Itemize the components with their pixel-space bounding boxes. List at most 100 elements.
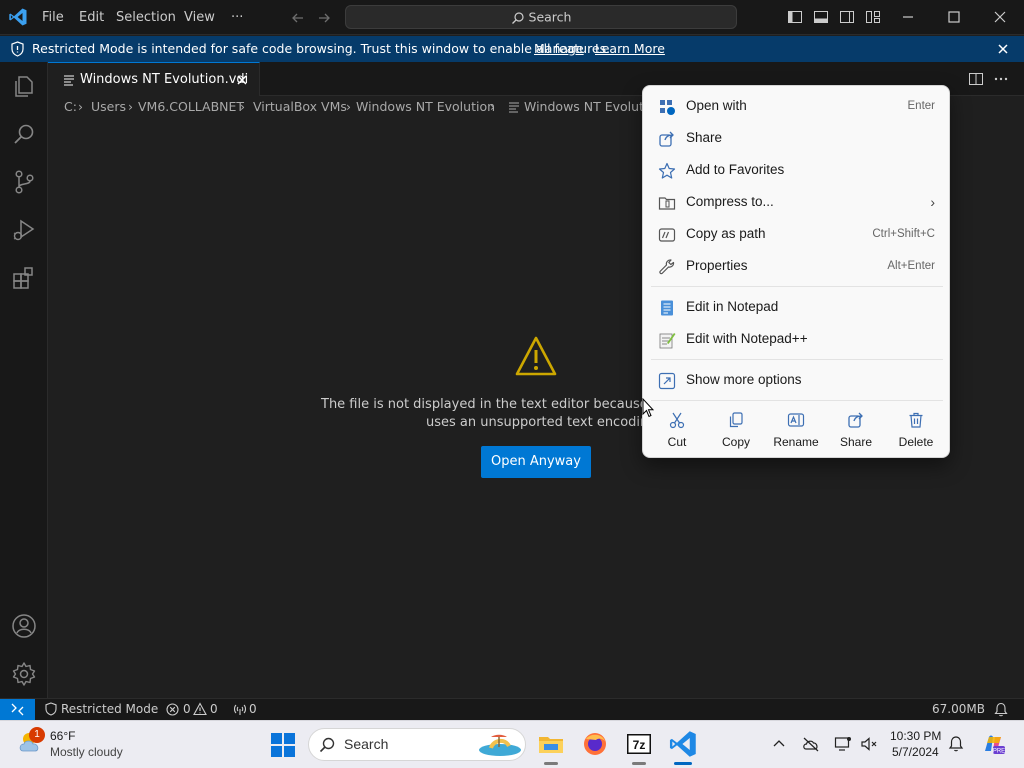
breadcrumb-item[interactable]: Windows NT Evolutio [524, 96, 655, 118]
menu-item-shortcut: Alt+Enter [887, 260, 935, 272]
breadcrumb-item[interactable]: VirtualBox VMs [253, 96, 347, 118]
windows-start-icon[interactable] [268, 730, 298, 760]
breadcrumb-item[interactable]: C: [64, 96, 77, 118]
menu-item-properties[interactable]: Properties Alt+Enter [649, 251, 945, 281]
search-sidebar-icon[interactable] [10, 120, 38, 148]
file-context-menu: Open with Enter Share Add to Favorites C… [642, 85, 950, 458]
menu-item-label: Copy as path [686, 226, 766, 241]
search-icon [511, 11, 525, 25]
open-anyway-button[interactable]: Open Anyway [481, 446, 591, 478]
search-icon [319, 737, 335, 753]
warning-count[interactable]: 0 [210, 699, 218, 720]
tab-windows-nt-evolution[interactable]: Windows NT Evolution.vdi [48, 62, 260, 96]
learn-more-link[interactable]: Learn More [595, 36, 665, 62]
maximize-icon[interactable] [946, 9, 962, 25]
quick-action-label: Share [839, 435, 873, 449]
share-icon [658, 130, 676, 148]
weather-desc[interactable]: Mostly cloudy [50, 745, 123, 759]
menu-separator [651, 400, 943, 401]
copy-icon [727, 411, 745, 429]
weather-temp[interactable]: 66°F [50, 729, 75, 743]
customize-layout-icon[interactable] [865, 9, 881, 25]
settings-gear-icon[interactable] [10, 660, 38, 688]
source-control-icon[interactable] [10, 168, 38, 196]
split-editor-icon[interactable] [968, 71, 984, 87]
seven-zip-icon[interactable]: 7z [624, 729, 654, 759]
close-window-icon[interactable] [992, 9, 1008, 25]
editor-message-line2: uses an unsupported text encoding [426, 415, 657, 430]
accounts-icon[interactable] [10, 612, 38, 640]
toggle-primary-sidebar-icon[interactable] [787, 9, 803, 25]
quick-action-rename[interactable]: Rename [766, 408, 826, 456]
chevron-right-icon: › [128, 99, 133, 114]
quick-action-label: Copy [721, 435, 750, 449]
firefox-icon[interactable] [580, 729, 610, 759]
explorer-icon[interactable] [10, 72, 38, 100]
breadcrumb-item[interactable]: Windows NT Evolution [356, 96, 495, 118]
quick-action-label: Delete [898, 435, 934, 449]
quick-action-cut[interactable]: Cut [647, 408, 707, 456]
menu-selection[interactable]: Selection [116, 0, 176, 35]
menu-item-copy-as-path[interactable]: Copy as path Ctrl+Shift+C [649, 219, 945, 249]
vscode-logo-icon [8, 7, 28, 27]
chevron-right-icon: › [78, 99, 83, 114]
running-indicator [544, 762, 558, 765]
toggle-secondary-sidebar-icon[interactable] [839, 9, 855, 25]
menu-item-label: Compress to... [686, 194, 774, 209]
back-arrow-icon[interactable] [290, 10, 306, 26]
restricted-mode-status[interactable]: Restricted Mode [61, 699, 158, 720]
menu-file[interactable]: File [42, 0, 64, 35]
wrench-icon [658, 258, 676, 276]
more-actions-icon[interactable] [993, 71, 1009, 87]
svg-text:7z: 7z [633, 738, 646, 752]
menu-item-share[interactable]: Share [649, 123, 945, 153]
notepad-icon [658, 299, 676, 317]
menu-more[interactable]: ··· [231, 0, 243, 35]
menu-item-shortcut: Ctrl+Shift+C [872, 228, 935, 240]
chevron-up-icon[interactable] [772, 737, 786, 751]
file-explorer-icon[interactable] [536, 729, 566, 759]
menu-item-edit-in-notepad[interactable]: Edit in Notepad [649, 292, 945, 322]
close-tab-icon[interactable] [234, 72, 250, 88]
quick-action-label: Rename [773, 435, 819, 449]
menu-edit[interactable]: Edit [79, 0, 104, 35]
remote-indicator[interactable] [0, 699, 35, 720]
onedrive-offline-icon[interactable] [802, 736, 820, 752]
volume-muted-icon[interactable] [860, 736, 878, 752]
notification-bell-icon[interactable] [948, 735, 964, 753]
menu-item-add-to-favorites[interactable]: Add to Favorites [649, 155, 945, 185]
activity-bar [0, 62, 48, 698]
bell-icon[interactable] [994, 702, 1008, 717]
ports-count[interactable]: 0 [249, 699, 257, 720]
menu-item-open-with[interactable]: Open with Enter [649, 91, 945, 121]
copilot-icon[interactable]: PRE [980, 731, 1006, 757]
memory-usage[interactable]: 67.00MB [932, 699, 985, 720]
toggle-panel-icon[interactable] [813, 9, 829, 25]
quick-action-copy[interactable]: Copy [706, 408, 766, 456]
svg-text:PRE: PRE [993, 749, 1005, 755]
menu-item-compress-to[interactable]: Compress to... › [649, 187, 945, 217]
clock-time[interactable]: 10:30 PM [890, 729, 941, 743]
display-icon[interactable] [834, 736, 852, 752]
run-debug-icon[interactable] [10, 216, 38, 244]
forward-arrow-icon[interactable] [316, 10, 332, 26]
taskbar-search-box[interactable]: Search [308, 728, 526, 761]
menu-item-edit-with-notepadpp[interactable]: Edit with Notepad++ [649, 324, 945, 354]
close-banner-icon[interactable] [995, 41, 1011, 57]
minimize-icon[interactable] [900, 9, 916, 25]
breadcrumb-item[interactable]: Users [91, 96, 126, 118]
extensions-icon[interactable] [10, 264, 38, 292]
quick-action-share[interactable]: Share [826, 408, 886, 456]
notepadpp-icon [658, 331, 676, 349]
running-indicator [632, 762, 646, 765]
manage-link[interactable]: Manage [534, 36, 584, 62]
vscode-taskbar-icon[interactable] [668, 729, 698, 759]
menu-view[interactable]: View [184, 0, 215, 35]
menu-item-show-more-options[interactable]: Show more options [649, 365, 945, 395]
clock-date[interactable]: 5/7/2024 [892, 745, 939, 759]
breadcrumb-item[interactable]: VM6.COLLABNET [138, 96, 244, 118]
error-count[interactable]: 0 [183, 699, 191, 720]
file-lines-icon [508, 101, 520, 113]
command-center-search[interactable]: Search [345, 5, 737, 29]
quick-action-delete[interactable]: Delete [886, 408, 946, 456]
